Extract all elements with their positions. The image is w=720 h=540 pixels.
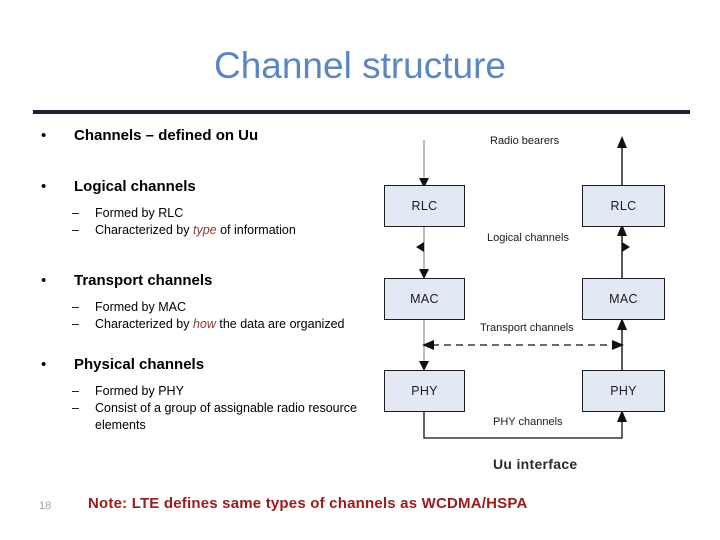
sub-bullet-marker: –: [72, 223, 79, 237]
bullet-label: Channels – defined on Uu: [74, 127, 259, 144]
bullet-marker: •: [41, 178, 47, 195]
bullet-label: Logical channels: [74, 178, 196, 195]
bullet-physical-channels: • Physical channels: [0, 355, 372, 374]
sub-bullet-formed-by-phy: – Formed by PHY: [0, 383, 372, 400]
sub-bullet-text: Characterized by: [95, 317, 193, 331]
bullet-channels: • Channels – defined on Uu: [0, 126, 372, 145]
sub-bullet-marker: –: [72, 384, 79, 398]
page-title: Channel structure: [213, 45, 507, 86]
sub-bullet-text: Formed by MAC: [95, 300, 186, 314]
sub-bullet-formed-by-mac: – Formed by MAC: [0, 299, 372, 316]
footer-note: Note: LTE defines same types of channels…: [88, 495, 528, 512]
sub-bullet-assignable-radio-resources: – Consist of a group of assignable radio…: [0, 400, 372, 434]
bullet-marker: •: [41, 272, 47, 289]
bullet-marker: •: [41, 127, 47, 144]
bullet-list: • Channels – defined on Uu • Logical cha…: [0, 126, 372, 434]
sub-bullet-marker: –: [72, 206, 79, 220]
label-phy-channels: PHY channels: [493, 416, 563, 428]
bullet-logical-channels: • Logical channels: [0, 177, 372, 196]
node-left-rlc: RLC: [384, 185, 465, 227]
label-radio-bearers: Radio bearers: [490, 135, 560, 147]
sub-bullet-text: Consist of a group of assignable radio r…: [95, 401, 357, 432]
sub-bullet-text: Formed by RLC: [95, 206, 184, 220]
sub-bullet-marker: –: [72, 401, 79, 415]
emphasized-word: how: [192, 317, 216, 331]
bullet-marker: •: [41, 356, 47, 373]
sub-bullet-text: Formed by PHY: [95, 384, 184, 398]
bullet-label: Physical channels: [74, 356, 205, 373]
label-transport-channels: Transport channels: [480, 322, 574, 334]
node-left-mac: MAC: [384, 278, 465, 320]
sub-bullet-characterized-by-type: – Characterized by type of information: [0, 222, 372, 239]
node-right-phy: PHY: [582, 370, 665, 412]
protocol-stack-diagram: RLC RLC MAC MAC PHY PHY Radio bearers Lo…: [370, 126, 720, 486]
node-left-phy: PHY: [384, 370, 465, 412]
title-divider: [33, 110, 690, 114]
label-uu-interface: Uu interface: [493, 456, 578, 472]
sub-bullet-text: Characterized by: [95, 223, 193, 237]
bullet-transport-channels: • Transport channels: [0, 271, 372, 290]
node-right-rlc: RLC: [582, 185, 665, 227]
node-right-mac: MAC: [582, 278, 665, 320]
sub-bullet-text-tail: the data are organized: [215, 317, 345, 331]
emphasized-word: type: [192, 223, 217, 237]
page-number: 18: [39, 500, 52, 512]
sub-bullet-formed-by-rlc: – Formed by RLC: [0, 205, 372, 222]
bullet-label: Transport channels: [74, 272, 213, 289]
sub-bullet-marker: –: [72, 317, 79, 331]
sub-bullet-marker: –: [72, 300, 79, 314]
sub-bullet-characterized-by-how: – Characterized by how the data are orga…: [0, 316, 372, 333]
sub-bullet-text-tail: of information: [216, 223, 296, 237]
label-logical-channels: Logical channels: [487, 232, 569, 244]
